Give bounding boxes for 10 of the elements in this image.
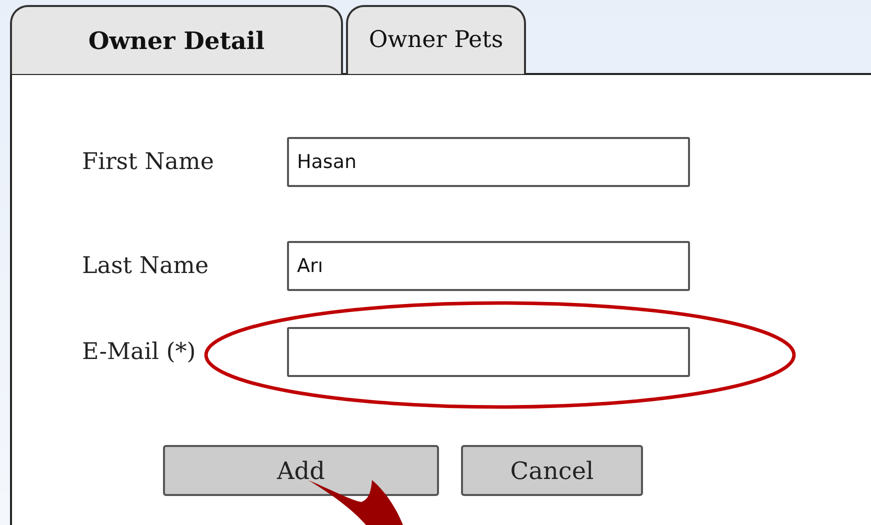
field-label: Last Name [82, 252, 210, 281]
tab[interactable]: Owner Detail [10, 5, 343, 74]
input-field[interactable]: Hasan [287, 137, 690, 187]
field-label: First Name [82, 148, 215, 177]
form-button[interactable]: Cancel [461, 445, 643, 496]
form-button[interactable]: Add [163, 445, 439, 496]
input-field[interactable]: Arı [287, 241, 690, 291]
field-label: E-Mail (*) [82, 338, 197, 367]
input-field[interactable] [287, 327, 690, 377]
tab[interactable]: Owner Pets [346, 5, 526, 74]
